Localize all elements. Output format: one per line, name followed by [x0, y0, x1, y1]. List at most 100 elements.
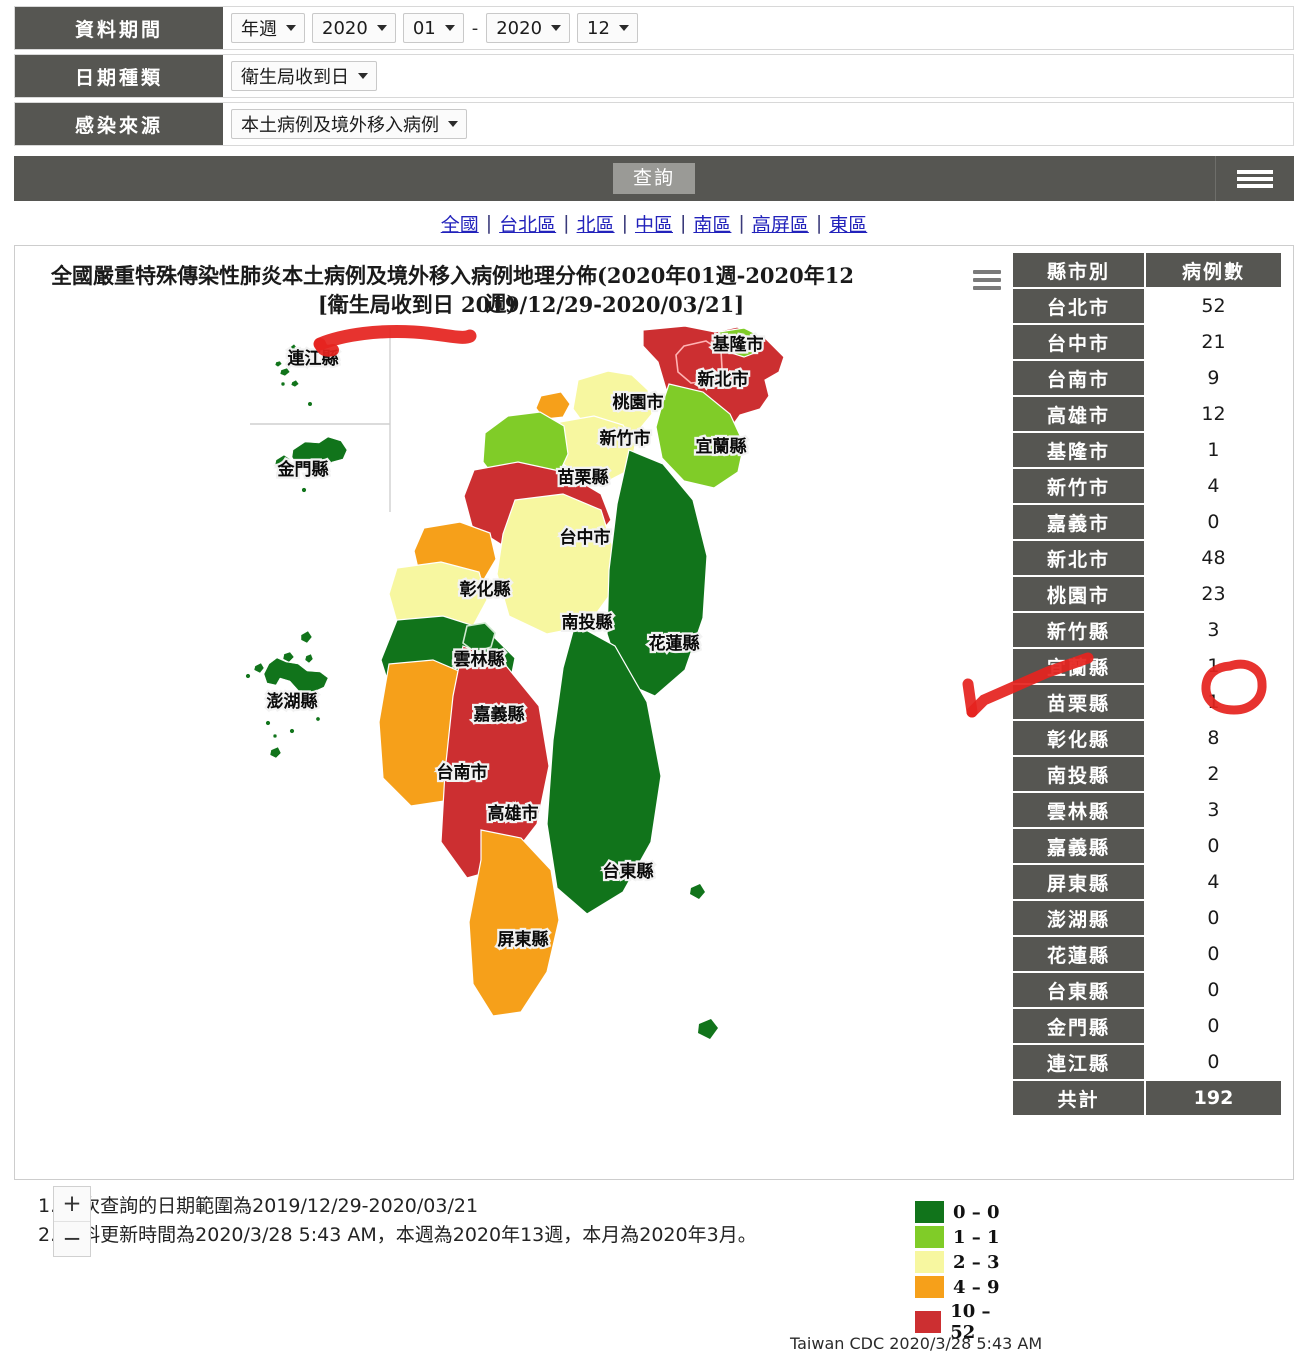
table-row[interactable]: 嘉義縣 0 — [1013, 829, 1281, 863]
period-type-select[interactable]: 年週 — [231, 13, 305, 43]
query-button[interactable]: 查詢 — [612, 163, 695, 194]
zoom-out-button[interactable]: − — [54, 1222, 90, 1256]
legend-swatch — [915, 1201, 944, 1223]
map-label-nantou: 南投縣 — [562, 612, 613, 633]
legend-item: 1 – 1 — [915, 1226, 1015, 1248]
chart-title: 全國嚴重特殊傳染性肺炎本土病例及境外移入病例地理分佈(2020年01週-2020… — [51, 262, 951, 319]
date-type-select[interactable]: 衛生局收到日 — [231, 61, 377, 91]
map-region-pingtung[interactable] — [468, 829, 560, 1017]
cases-table-container: 縣市別 病例數 台北市 52 台中市 21 台南市 9 高雄市 12 基隆市 1 新竹市 4… — [1011, 251, 1283, 1117]
row-region-name: 新竹市 — [1013, 469, 1144, 503]
table-header-row: 縣市別 病例數 — [1013, 253, 1281, 287]
map-label-taichung: 台中市 — [560, 527, 611, 548]
row-case-value: 3 — [1145, 613, 1281, 647]
row-region-name: 苗栗縣 — [1013, 685, 1144, 719]
region-link-national[interactable]: 全國 — [434, 210, 486, 237]
row-region-name: 嘉義市 — [1013, 505, 1144, 539]
filter-controls-date-type: 衛生局收到日 — [223, 55, 1293, 97]
start-year-select[interactable]: 2020 — [312, 13, 396, 43]
table-row[interactable]: 台東縣 0 — [1013, 973, 1281, 1007]
row-region-name: 台南市 — [1013, 361, 1144, 395]
table-row[interactable]: 台南市 9 — [1013, 361, 1281, 395]
infection-source-value: 本土病例及境外移入病例 — [241, 115, 439, 136]
end-week-select[interactable]: 12 — [577, 13, 638, 43]
row-case-value: 0 — [1145, 1045, 1281, 1079]
table-row[interactable]: 桃園市 23 — [1013, 577, 1281, 611]
table-row[interactable]: 新北市 48 — [1013, 541, 1281, 575]
legend-label: 4 – 9 — [953, 1276, 1000, 1298]
map-legend: 0 – 0 1 – 1 2 – 3 4 – 9 10 – 52 — [915, 1201, 1015, 1346]
table-row[interactable]: 金門縣 0 — [1013, 1009, 1281, 1043]
table-row[interactable]: 新竹縣 3 — [1013, 613, 1281, 647]
table-row[interactable]: 基隆市 1 — [1013, 433, 1281, 467]
table-row[interactable]: 苗栗縣 1 — [1013, 685, 1281, 719]
row-case-value: 0 — [1145, 505, 1281, 539]
table-row-yilan[interactable]: 宜蘭縣 1 — [1013, 649, 1281, 683]
map-offshore-dots — [690, 884, 718, 1039]
map-label-yunlin: 雲林縣 — [454, 649, 505, 670]
table-row[interactable]: 花蓮縣 0 — [1013, 937, 1281, 971]
row-region-name: 屏東縣 — [1013, 865, 1144, 899]
start-week-select[interactable]: 01 — [402, 13, 464, 43]
row-case-value: 52 — [1145, 289, 1281, 323]
region-link-south[interactable]: 南區 — [686, 210, 738, 237]
row-region-name: 嘉義縣 — [1013, 829, 1144, 863]
filter-label-infection-source: 感染來源 — [15, 103, 223, 145]
table-row[interactable]: 台中市 21 — [1013, 325, 1281, 359]
total-label: 共計 — [1013, 1081, 1144, 1115]
table-row[interactable]: 屏東縣 4 — [1013, 865, 1281, 899]
legend-label: 1 – 1 — [953, 1226, 1000, 1248]
row-region-name: 新竹縣 — [1013, 613, 1144, 647]
main-menu-button[interactable] — [1215, 156, 1294, 201]
row-case-value: 1 — [1145, 433, 1281, 467]
row-region-name: 宜蘭縣 — [1013, 649, 1144, 683]
row-case-value: 2 — [1145, 757, 1281, 791]
chart-menu-button[interactable] — [973, 266, 1001, 294]
table-row[interactable]: 新竹市 4 — [1013, 469, 1281, 503]
table-row[interactable]: 連江縣 0 — [1013, 1045, 1281, 1079]
zoom-in-button[interactable]: + — [54, 1187, 90, 1222]
chevron-down-icon — [618, 25, 629, 31]
region-link-east[interactable]: 東區 — [822, 210, 874, 237]
table-header-cases: 病例數 — [1145, 253, 1281, 287]
region-link-kaoping[interactable]: 高屏區 — [745, 210, 816, 237]
filter-panel: 資料期間 年週 2020 01 - 2020 12 日期種類 衛生局收到日 感染… — [0, 0, 1308, 146]
table-row[interactable]: 澎湖縣 0 — [1013, 901, 1281, 935]
filter-controls-period: 年週 2020 01 - 2020 12 — [223, 7, 1293, 49]
map-zoom-controls: + − — [53, 1186, 91, 1257]
row-region-name: 金門縣 — [1013, 1009, 1144, 1043]
table-row[interactable]: 雲林縣 3 — [1013, 793, 1281, 827]
region-link-taipei[interactable]: 台北區 — [492, 210, 563, 237]
map-label-hualien: 花蓮縣 — [649, 633, 700, 654]
region-link-central[interactable]: 中區 — [628, 210, 680, 237]
row-region-name: 澎湖縣 — [1013, 901, 1144, 935]
row-case-value: 23 — [1145, 577, 1281, 611]
legend-swatch — [915, 1251, 944, 1273]
table-row[interactable]: 彰化縣 8 — [1013, 721, 1281, 755]
table-header-region: 縣市別 — [1013, 253, 1144, 287]
table-row[interactable]: 台北市 52 — [1013, 289, 1281, 323]
table-row[interactable]: 嘉義市 0 — [1013, 505, 1281, 539]
map-label-taoyuan: 桃園市 — [613, 392, 664, 413]
row-case-value: 4 — [1145, 865, 1281, 899]
range-dash: - — [471, 17, 479, 39]
infection-source-select[interactable]: 本土病例及境外移入病例 — [231, 109, 467, 139]
row-region-name: 台中市 — [1013, 325, 1144, 359]
row-region-name: 雲林縣 — [1013, 793, 1144, 827]
table-total-row: 共計 192 — [1013, 1081, 1281, 1115]
footnotes: 1. 本次查詢的日期範圍為2019/12/29-2020/03/21 2. 資料… — [38, 1192, 1308, 1251]
table-row[interactable]: 南投縣 2 — [1013, 757, 1281, 791]
row-region-name: 連江縣 — [1013, 1045, 1144, 1079]
map-canvas[interactable]: 連江縣 金門縣 澎湖縣 基隆市 新北市 桃園市 新竹市 宜蘭縣 苗栗縣 台中市 … — [15, 324, 1015, 1179]
legend-swatch — [915, 1276, 944, 1298]
map-label-kaohsiung: 高雄市 — [488, 803, 539, 824]
row-region-name: 基隆市 — [1013, 433, 1144, 467]
end-year-select[interactable]: 2020 — [486, 13, 571, 43]
map-label-kinmen: 金門縣 — [277, 459, 329, 480]
taiwan-choropleth-map[interactable]: 連江縣 金門縣 澎湖縣 基隆市 新北市 桃園市 新竹市 宜蘭縣 苗栗縣 台中市 … — [15, 324, 1015, 1179]
row-region-name: 南投縣 — [1013, 757, 1144, 791]
region-link-north[interactable]: 北區 — [570, 210, 622, 237]
chevron-down-icon — [448, 121, 458, 127]
table-row[interactable]: 高雄市 12 — [1013, 397, 1281, 431]
chevron-down-icon — [551, 25, 562, 31]
